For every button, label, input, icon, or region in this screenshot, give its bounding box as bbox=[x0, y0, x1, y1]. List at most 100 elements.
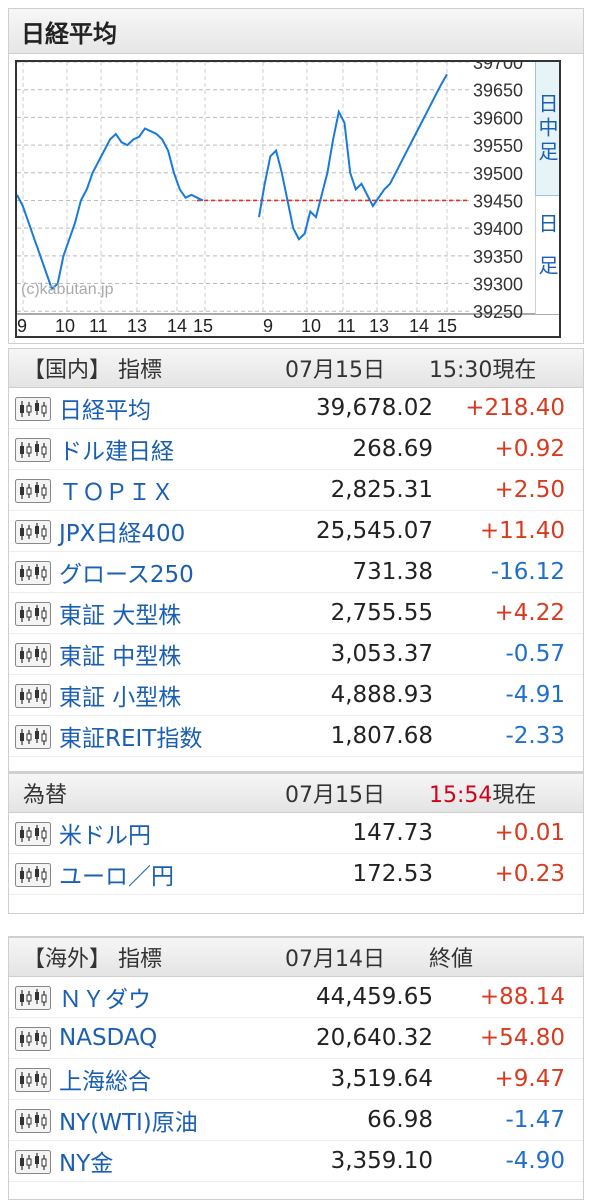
overseas-header: 【海外】 指標 07月14日 終値 bbox=[9, 937, 583, 977]
list-item[interactable]: 東証 中型株 3,053.37 -0.57 bbox=[9, 634, 583, 675]
item-name-link[interactable]: 日経平均 bbox=[59, 391, 151, 425]
item-name-link[interactable]: ＴＯＰＩＸ bbox=[59, 473, 174, 507]
candlestick-chart-icon[interactable] bbox=[15, 1150, 51, 1174]
item-change: -16.12 bbox=[490, 559, 565, 585]
series-line bbox=[17, 127, 204, 291]
item-name-link[interactable]: グロース250 bbox=[59, 555, 194, 589]
item-name-link[interactable]: NY(WTI)原油 bbox=[59, 1103, 198, 1137]
x-tick-label: 13 bbox=[369, 316, 389, 336]
candlestick-chart-icon[interactable] bbox=[15, 602, 51, 626]
item-value: 66.98 bbox=[367, 1107, 433, 1133]
item-name-link[interactable]: 東証 大型株 bbox=[59, 596, 181, 630]
x-tick-label: 13 bbox=[127, 316, 147, 336]
candlestick-chart-icon[interactable] bbox=[15, 520, 51, 544]
y-tick-label: 39300 bbox=[473, 275, 523, 295]
domestic-list: 日経平均 39,678.02 +218.40 ドル建日経 268.69 +0.92 ＴＯＰＩ… bbox=[9, 388, 583, 757]
tab-daily-label: 日足 bbox=[535, 213, 559, 297]
x-tick-label: 9 bbox=[17, 316, 27, 336]
x-tick-label: 15 bbox=[437, 316, 457, 336]
item-value: 731.38 bbox=[352, 559, 433, 585]
y-tick-label: 39650 bbox=[473, 81, 523, 101]
item-name-link[interactable]: ユーロ／円 bbox=[59, 857, 174, 891]
fx-header-time-suffix: 現在 bbox=[492, 783, 537, 808]
panel-title-text: 日経平均 bbox=[21, 19, 117, 48]
item-change: +0.92 bbox=[494, 436, 565, 462]
item-change: +218.40 bbox=[465, 395, 565, 421]
item-change: +0.01 bbox=[494, 820, 565, 846]
item-change: +4.22 bbox=[494, 600, 565, 626]
item-name-link[interactable]: 上海総合 bbox=[59, 1062, 151, 1096]
item-value: 3,519.64 bbox=[330, 1066, 433, 1092]
item-name-link[interactable]: JPX日経400 bbox=[59, 514, 185, 548]
candlestick-chart-icon[interactable] bbox=[15, 684, 51, 708]
list-item[interactable]: ＮＹダウ 44,459.65 +88.14 bbox=[9, 977, 583, 1018]
list-item[interactable]: 東証 大型株 2,755.55 +4.22 bbox=[9, 593, 583, 634]
list-item[interactable]: NY(WTI)原油 66.98 -1.47 bbox=[9, 1100, 583, 1141]
item-change: -2.33 bbox=[505, 723, 565, 749]
domestic-header-title: 【国内】 指標 bbox=[23, 358, 162, 383]
item-value: 44,459.65 bbox=[315, 984, 433, 1010]
tab-daily[interactable]: 日足 bbox=[535, 196, 559, 314]
x-tick-label: 9 bbox=[263, 316, 273, 336]
list-item[interactable]: 東証REIT指数 1,807.68 -2.33 bbox=[9, 716, 583, 757]
item-change: -4.91 bbox=[505, 682, 565, 708]
nikkei-intraday-chart: 39700 39650 39600 39550 39500 39450 39400 39350… bbox=[15, 60, 561, 338]
list-item[interactable]: ユーロ／円 172.53 +0.23 bbox=[9, 854, 583, 895]
item-name-link[interactable]: 東証 小型株 bbox=[59, 678, 181, 712]
candlestick-chart-icon[interactable] bbox=[15, 725, 51, 749]
item-name-link[interactable]: 米ドル円 bbox=[59, 816, 151, 850]
item-value: 1,807.68 bbox=[330, 723, 433, 749]
candlestick-chart-icon[interactable] bbox=[15, 561, 51, 585]
item-value: 2,825.31 bbox=[330, 477, 433, 503]
list-item[interactable]: NY金 3,359.10 -4.90 bbox=[9, 1141, 583, 1182]
candlestick-chart-icon[interactable] bbox=[15, 643, 51, 667]
fx-list: 米ドル円 147.73 +0.01 ユーロ／円 172.53 +0.23 bbox=[9, 813, 583, 895]
x-tick-label: 10 bbox=[301, 316, 321, 336]
candlestick-chart-icon[interactable] bbox=[15, 438, 51, 462]
item-value: 4,888.93 bbox=[330, 682, 433, 708]
list-item[interactable]: 上海総合 3,519.64 +9.47 bbox=[9, 1059, 583, 1100]
list-item[interactable]: 日経平均 39,678.02 +218.40 bbox=[9, 388, 583, 429]
item-value: 2,755.55 bbox=[330, 600, 433, 626]
item-name-link[interactable]: NY金 bbox=[59, 1144, 113, 1178]
x-tick-label: 15 bbox=[193, 316, 213, 336]
domestic-panel: 【国内】 指標 07月15日 15:30現在 日経平均 39,678.02 +218… bbox=[8, 348, 584, 772]
overseas-header-title: 【海外】 指標 bbox=[23, 947, 162, 972]
list-item[interactable]: ドル建日経 268.69 +0.92 bbox=[9, 429, 583, 470]
fx-header-date: 07月15日 bbox=[285, 783, 385, 808]
item-name-link[interactable]: ドル建日経 bbox=[59, 432, 174, 466]
domestic-header-time: 15:30現在 bbox=[429, 358, 537, 383]
y-tick-label: 39400 bbox=[473, 219, 523, 239]
item-value: 3,359.10 bbox=[330, 1148, 433, 1174]
candlestick-chart-icon[interactable] bbox=[15, 822, 51, 846]
x-tick-label: 11 bbox=[337, 316, 356, 336]
item-change: +9.47 bbox=[494, 1066, 565, 1092]
candlestick-chart-icon[interactable] bbox=[15, 479, 51, 503]
candlestick-chart-icon[interactable] bbox=[15, 986, 51, 1010]
candlestick-chart-icon[interactable] bbox=[15, 397, 51, 421]
item-name-link[interactable]: 東証REIT指数 bbox=[59, 719, 202, 753]
item-name-link[interactable]: 東証 中型株 bbox=[59, 637, 181, 671]
tab-intraday-label: 日中足 bbox=[535, 92, 559, 165]
list-item[interactable]: 東証 小型株 4,888.93 -4.91 bbox=[9, 675, 583, 716]
list-item[interactable]: NASDAQ 20,640.32 +54.80 bbox=[9, 1018, 583, 1059]
list-item[interactable]: JPX日経400 25,545.07 +11.40 bbox=[9, 511, 583, 552]
item-change: +88.14 bbox=[479, 984, 565, 1010]
item-name-link[interactable]: ＮＹダウ bbox=[59, 980, 151, 1014]
item-change: -0.57 bbox=[505, 641, 565, 667]
candlestick-chart-icon[interactable] bbox=[15, 1068, 51, 1092]
y-tick-label: 39550 bbox=[473, 136, 523, 156]
fx-header-title: 為替 bbox=[23, 783, 68, 808]
list-item[interactable]: 米ドル円 147.73 +0.01 bbox=[9, 813, 583, 854]
candlestick-chart-icon[interactable] bbox=[15, 1109, 51, 1133]
candlestick-chart-icon[interactable] bbox=[15, 863, 51, 887]
tab-intraday[interactable]: 日中足 bbox=[535, 62, 559, 196]
item-name-link[interactable]: NASDAQ bbox=[59, 1025, 157, 1051]
x-tick-label: 11 bbox=[89, 316, 108, 336]
candlestick-chart-icon[interactable] bbox=[15, 1027, 51, 1051]
list-item[interactable]: ＴＯＰＩＸ 2,825.31 +2.50 bbox=[9, 470, 583, 511]
overseas-header-date: 07月14日 bbox=[285, 947, 385, 972]
list-item[interactable]: グロース250 731.38 -16.12 bbox=[9, 552, 583, 593]
y-tick-label: 39250 bbox=[473, 302, 523, 322]
domestic-header-date: 07月15日 bbox=[285, 358, 385, 383]
